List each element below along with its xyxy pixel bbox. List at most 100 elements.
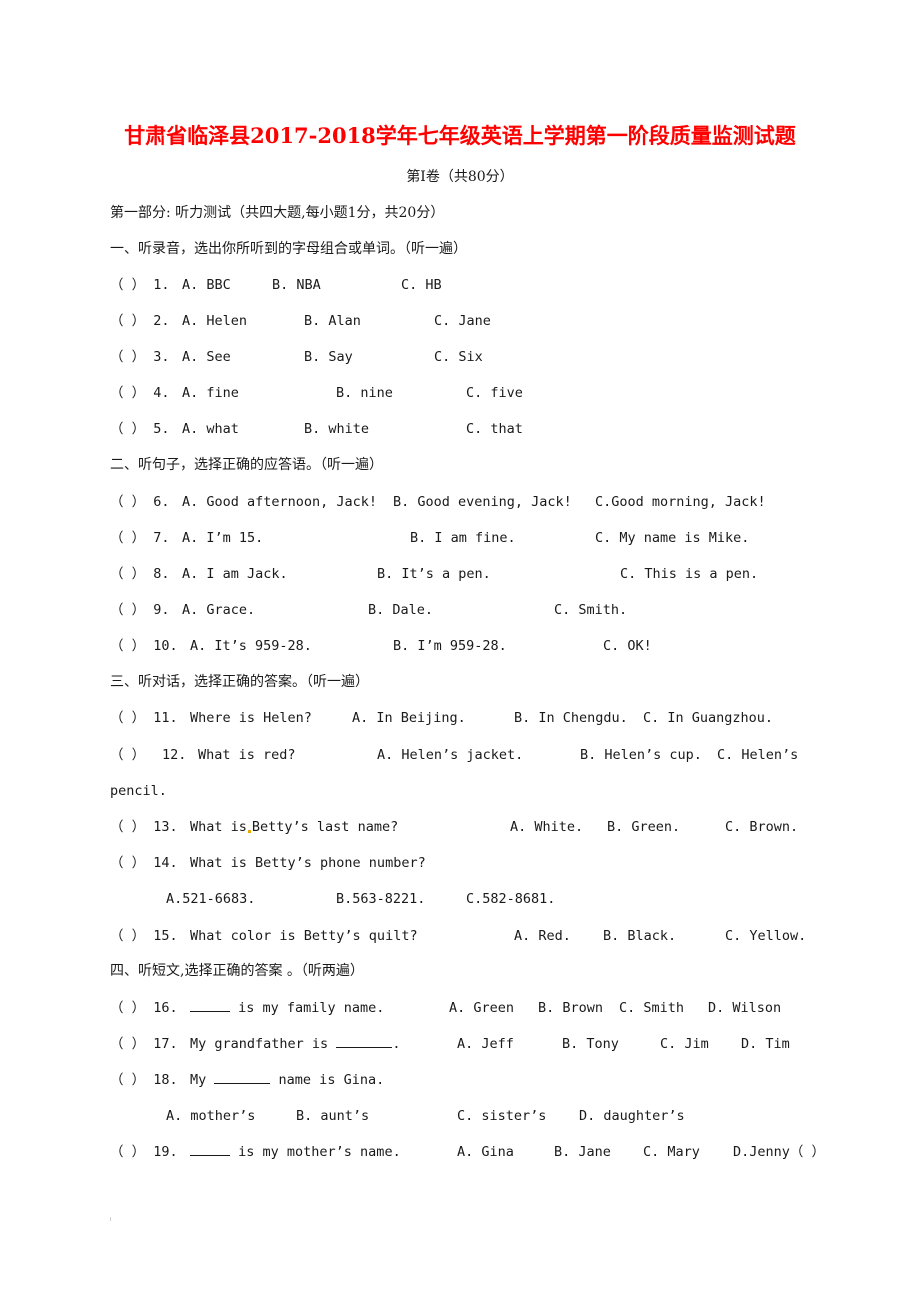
option-c: C. Helen’s	[717, 747, 799, 763]
option-b: B. In Chengdu.	[514, 710, 628, 726]
question-stem-text: My grandfather is	[190, 1036, 329, 1052]
option-c: C. Jane	[434, 313, 491, 329]
option-b: B. Good evening, Jack!	[393, 494, 572, 510]
option-a: A. Green	[449, 1000, 515, 1016]
option-c: C. OK!	[603, 638, 652, 654]
option-a: A. Gina	[457, 1144, 514, 1160]
answer-paren[interactable]: （ ）	[110, 602, 145, 618]
option-b: B. NBA	[272, 277, 321, 293]
answer-paren[interactable]: （ ）	[110, 530, 145, 546]
option-c: C. My name is Mike.	[595, 530, 750, 546]
option-b: B. Say	[304, 349, 353, 365]
question-number: 18.	[153, 1072, 178, 1088]
answer-paren[interactable]: （ ）	[110, 385, 145, 401]
option-b: B. Jane	[554, 1144, 611, 1160]
part-one-heading: 第一部分: 听力测试（共四大题,每小题1分，共20分）	[110, 205, 445, 221]
answer-paren[interactable]: （ ）	[110, 277, 145, 293]
section-4-heading: 四、听短文,选择正确的答案 。（听两遍）	[110, 963, 364, 979]
question-number: 14.	[153, 855, 178, 871]
option-c: C.Good morning, Jack!	[595, 494, 766, 510]
question-stem: What is red?	[198, 747, 296, 763]
option-c: C. In Guangzhou.	[643, 710, 774, 726]
option-a: A. See	[182, 349, 231, 365]
option-c: C. Six	[434, 349, 483, 365]
question-19: （ ） 19. is my mother’s name. A. Gina B. …	[110, 1143, 825, 1161]
option-b: B. Tony	[562, 1036, 619, 1052]
answer-paren[interactable]: （ ）	[110, 638, 145, 654]
option-a: A. what	[182, 421, 239, 437]
question-2: （ ） 2. A. Helen B. Alan C. Jane	[110, 312, 491, 330]
option-c: C.582-8681.	[466, 891, 556, 907]
question-stem-end: name is Gina.	[278, 1072, 385, 1088]
question-12-continuation: pencil.	[110, 783, 167, 799]
option-a: A. I’m 15.	[182, 530, 264, 546]
option-c: C. Yellow.	[725, 928, 807, 944]
section-2-heading: 二、听句子，选择正确的应答语。（听一遍）	[110, 457, 383, 473]
answer-paren[interactable]: （ ）	[110, 855, 145, 871]
question-stem-start: My	[190, 1072, 207, 1088]
answer-paren[interactable]: （ ）	[110, 349, 145, 365]
answer-paren[interactable]: （ ）	[110, 313, 145, 329]
question-stem-end: Betty’s last name?	[251, 819, 399, 835]
answer-paren[interactable]: （ ）	[110, 747, 145, 763]
page-artifact	[110, 1217, 111, 1221]
option-c: C. Smith	[619, 1000, 685, 1016]
answer-paren[interactable]: （ ）	[110, 1144, 145, 1160]
answer-blank[interactable]	[190, 999, 230, 1012]
option-b: B.563-8221.	[336, 891, 426, 907]
question-15: （ ） 15. What color is Betty’s quilt? A. …	[110, 927, 806, 945]
option-c: C. sister’s	[457, 1108, 547, 1124]
option-a: A. Helen	[182, 313, 248, 329]
answer-paren[interactable]: （ ）	[110, 1072, 145, 1088]
option-c: C. Smith.	[554, 602, 628, 618]
option-a: A. It’s 959-28.	[190, 638, 312, 654]
answer-paren[interactable]: （ ）	[110, 494, 145, 510]
answer-paren[interactable]: （ ）	[110, 1000, 145, 1016]
question-number: 15.	[153, 928, 178, 944]
section-3-heading: 三、听对话，选择正确的答案。（听一遍）	[110, 674, 369, 690]
question-5: （ ） 5. A. what B. white C. that	[110, 420, 523, 438]
answer-paren[interactable]: （ ）	[110, 566, 145, 582]
option-a: A. Red.	[514, 928, 571, 944]
question-stem: is my family name.	[190, 999, 384, 1017]
question-number: 8.	[153, 566, 170, 582]
question-number: 1.	[153, 277, 170, 293]
option-d: D. Tim	[741, 1036, 790, 1052]
option-d: D. daughter’s	[579, 1108, 685, 1124]
question-17: （ ） 17. My grandfather is . A. Jeff B. T…	[110, 1035, 790, 1053]
option-b: B. Green.	[607, 819, 681, 835]
question-number: 2.	[153, 313, 170, 329]
question-number: 11.	[153, 710, 178, 726]
answer-paren[interactable]: （ ）	[110, 1036, 145, 1052]
question-number: 19.	[153, 1144, 178, 1160]
question-number: 5.	[153, 421, 170, 437]
question-stem: My name is Gina.	[190, 1071, 384, 1089]
question-number: 13.	[153, 819, 178, 835]
answer-paren[interactable]: （ ）	[110, 710, 145, 726]
question-stem-text: is my mother’s name.	[238, 1144, 401, 1160]
option-b: B. nine	[336, 385, 393, 401]
option-b: B. I’m 959-28.	[393, 638, 507, 654]
question-11: （ ） 11. Where is Helen? A. In Beijing. B…	[110, 709, 773, 727]
option-a: A. In Beijing.	[352, 710, 466, 726]
answer-blank[interactable]	[214, 1071, 271, 1084]
question-stem: What color is Betty’s quilt?	[190, 928, 418, 944]
answer-blank[interactable]	[190, 1143, 230, 1156]
answer-paren[interactable]: （ ）	[110, 421, 145, 437]
question-stem: What is Betty’s phone number?	[190, 855, 426, 871]
answer-paren[interactable]: （ ）	[110, 819, 145, 835]
answer-blank[interactable]	[336, 1035, 393, 1048]
option-b: B. white	[304, 421, 370, 437]
option-b: B. Alan	[304, 313, 361, 329]
volume-heading: 第Ⅰ卷（共80分）	[406, 169, 514, 185]
option-a: A. Helen’s jacket.	[377, 747, 524, 763]
option-d: D.Jenny（ ）	[733, 1144, 826, 1160]
question-stem: What is Betty’s last name?	[190, 818, 398, 836]
question-1: （ ） 1. A. BBC B. NBA C. HB	[110, 276, 442, 294]
exam-title: 甘肃省临泽县2017-2018学年七年级英语上学期第一阶段质量监测试题	[124, 123, 796, 148]
question-number: 7.	[153, 530, 170, 546]
question-16: （ ） 16. is my family name. A. Green B. B…	[110, 999, 781, 1017]
option-b: B. It’s a pen.	[377, 566, 491, 582]
option-b: B. Dale.	[368, 602, 434, 618]
answer-paren[interactable]: （ ）	[110, 928, 145, 944]
